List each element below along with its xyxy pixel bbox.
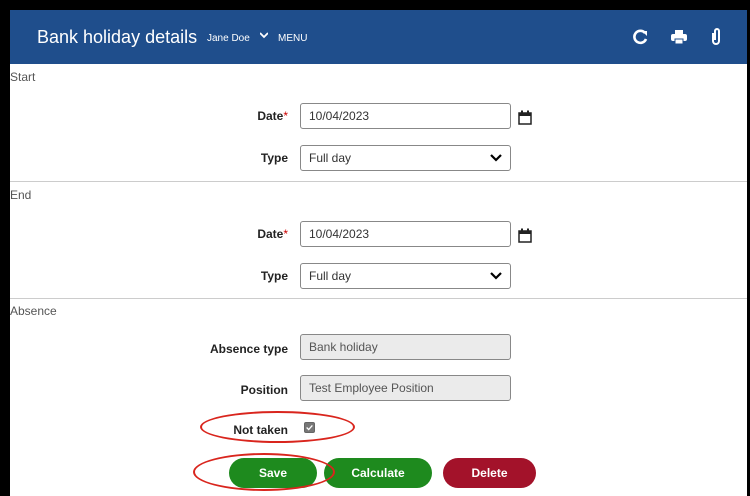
highlight-save	[193, 453, 335, 491]
highlight-not-taken	[200, 411, 355, 443]
chevron-down-icon	[490, 272, 502, 280]
section-start-label: Start	[10, 70, 36, 84]
end-type-label: Type	[260, 269, 288, 283]
chevron-down-icon[interactable]	[260, 31, 268, 39]
start-date-input[interactable]: 10/04/2023	[300, 103, 511, 129]
divider	[10, 298, 747, 299]
refresh-icon[interactable]	[632, 28, 650, 46]
divider	[10, 181, 747, 182]
section-end-label: End	[10, 188, 32, 202]
position-field: Test Employee Position	[300, 375, 511, 401]
end-type-select[interactable]: Full day	[300, 263, 511, 289]
end-date-label: Date*	[257, 227, 288, 241]
start-type-label: Type	[260, 151, 288, 165]
print-icon[interactable]	[670, 28, 688, 46]
calculate-button[interactable]: Calculate	[324, 458, 432, 488]
start-type-value: Full day	[309, 151, 352, 165]
window: Bank holiday details Jane Doe MENU Start…	[10, 10, 747, 496]
header-bar: Bank holiday details Jane Doe MENU	[10, 10, 747, 64]
delete-button[interactable]: Delete	[443, 458, 536, 488]
calendar-icon[interactable]	[518, 228, 532, 243]
user-name[interactable]: Jane Doe	[207, 33, 250, 44]
attachment-icon[interactable]	[707, 28, 725, 46]
absence-type-label: Absence type	[209, 342, 288, 356]
chevron-down-icon	[490, 154, 502, 162]
end-type-value: Full day	[309, 269, 352, 283]
menu-link[interactable]: MENU	[278, 33, 307, 44]
absence-type-field: Bank holiday	[300, 334, 511, 360]
end-date-input[interactable]: 10/04/2023	[300, 221, 511, 247]
start-date-label: Date*	[257, 109, 288, 123]
page-title: Bank holiday details	[37, 27, 198, 47]
position-label: Position	[240, 383, 288, 397]
section-absence-label: Absence	[10, 304, 57, 318]
start-type-select[interactable]: Full day	[300, 145, 511, 171]
calendar-icon[interactable]	[518, 110, 532, 125]
